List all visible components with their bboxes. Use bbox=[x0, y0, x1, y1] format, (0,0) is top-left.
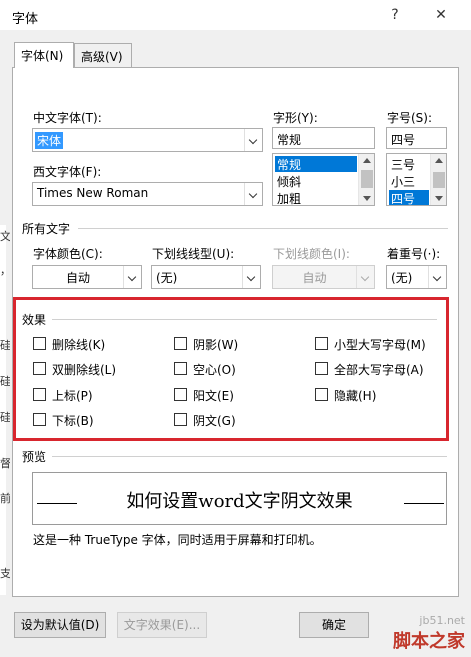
strip-char: 硅 bbox=[0, 339, 10, 352]
scroll-down-icon[interactable] bbox=[431, 191, 446, 205]
set-default-button[interactable]: 设为默认值(D) bbox=[14, 612, 106, 638]
tab-font[interactable]: 字体(N) bbox=[14, 42, 74, 68]
scroll-thumb[interactable] bbox=[433, 172, 445, 188]
chevron-down-icon bbox=[356, 266, 374, 288]
preview-underline-right bbox=[404, 503, 444, 504]
section-divider bbox=[78, 228, 448, 229]
font-style-list[interactable]: 常规 倾斜 加粗 bbox=[272, 153, 375, 206]
scroll-up-icon[interactable] bbox=[359, 154, 374, 168]
underline-color-value: 自动 bbox=[302, 271, 327, 285]
strip-char: 硅 bbox=[0, 411, 10, 424]
underline-type-combo[interactable]: (无) bbox=[151, 265, 261, 289]
section-divider bbox=[52, 456, 447, 457]
strip-char: 硅 bbox=[0, 375, 10, 388]
effects-highlight-box bbox=[13, 297, 449, 441]
strip-char: 文 bbox=[0, 230, 10, 243]
watermark-site: jb51.net bbox=[419, 614, 465, 627]
emphasis-combo[interactable]: (无) bbox=[386, 265, 447, 289]
font-size-input[interactable]: 四号 bbox=[386, 127, 447, 149]
emphasis-label: 着重号(·): bbox=[387, 247, 441, 261]
preview-section-label: 预览 bbox=[22, 450, 47, 464]
emphasis-value: (无) bbox=[391, 271, 413, 285]
font-size-scrollbar[interactable] bbox=[430, 154, 446, 205]
chinese-font-value: 宋体 bbox=[35, 132, 64, 149]
underline-color-label: 下划线颜色(I): bbox=[273, 247, 350, 261]
list-item[interactable]: 加粗 bbox=[275, 190, 301, 205]
window-title: 字体 bbox=[12, 12, 39, 27]
strip-char: 前 bbox=[0, 492, 10, 505]
scroll-down-icon[interactable] bbox=[359, 191, 374, 205]
underline-type-label: 下划线线型(U): bbox=[152, 247, 235, 261]
underline-color-combo: 自动 bbox=[272, 265, 375, 289]
western-font-combo[interactable]: Times New Roman bbox=[32, 182, 263, 206]
site-watermark: jb51.net 脚本之家 bbox=[393, 614, 465, 653]
help-button[interactable]: ? bbox=[380, 4, 410, 26]
scroll-thumb[interactable] bbox=[361, 170, 373, 188]
chevron-down-icon[interactable] bbox=[244, 183, 262, 205]
underline-type-value: (无) bbox=[156, 271, 178, 285]
chevron-down-icon[interactable] bbox=[123, 266, 141, 288]
list-item[interactable]: 小三 bbox=[389, 173, 415, 189]
font-color-combo[interactable]: 自动 bbox=[32, 265, 142, 289]
tab-advanced[interactable]: 高级(V) bbox=[74, 43, 132, 67]
list-item[interactable]: 常规 bbox=[275, 156, 357, 172]
chevron-down-icon[interactable] bbox=[428, 266, 446, 288]
chinese-font-combo[interactable]: 宋体 bbox=[32, 128, 263, 152]
font-size-label: 字号(S): bbox=[387, 111, 433, 125]
font-style-scrollbar[interactable] bbox=[358, 154, 374, 205]
chevron-down-icon[interactable] bbox=[244, 129, 262, 151]
font-style-input[interactable]: 常规 bbox=[272, 127, 375, 149]
font-color-value: 自动 bbox=[65, 271, 90, 285]
list-item[interactable]: 四号 bbox=[389, 190, 429, 205]
chinese-font-label: 中文字体(T): bbox=[33, 111, 102, 125]
strip-char: 督 bbox=[0, 457, 10, 470]
font-color-label: 字体颜色(C): bbox=[33, 247, 103, 261]
all-text-section-label: 所有文字 bbox=[22, 222, 71, 236]
list-item[interactable]: 倾斜 bbox=[275, 173, 301, 189]
preview-box: 如何设置word文字阴文效果 bbox=[32, 472, 447, 525]
watermark-name: 脚本之家 bbox=[393, 631, 465, 652]
ok-button[interactable]: 确定 bbox=[299, 612, 369, 638]
strip-char: ， bbox=[0, 264, 10, 277]
text-effects-button: 文字效果(E)... bbox=[117, 612, 207, 638]
font-style-label: 字形(Y): bbox=[273, 111, 318, 125]
font-style-value: 常规 bbox=[277, 133, 302, 147]
list-item[interactable]: 三号 bbox=[389, 156, 415, 172]
close-button[interactable]: ✕ bbox=[426, 4, 456, 26]
strip-char: 支 bbox=[0, 567, 10, 580]
font-size-value: 四号 bbox=[391, 133, 416, 147]
preview-sample-text: 如何设置word文字阴文效果 bbox=[126, 491, 353, 512]
preview-note: 这是一种 TrueType 字体，同时适用于屏幕和打印机。 bbox=[33, 533, 322, 547]
western-font-label: 西文字体(F): bbox=[33, 165, 102, 179]
scroll-up-icon[interactable] bbox=[431, 154, 446, 168]
chevron-down-icon[interactable] bbox=[242, 266, 260, 288]
western-font-value: Times New Roman bbox=[37, 186, 149, 200]
font-size-list[interactable]: 三号 小三 四号 bbox=[386, 153, 447, 206]
